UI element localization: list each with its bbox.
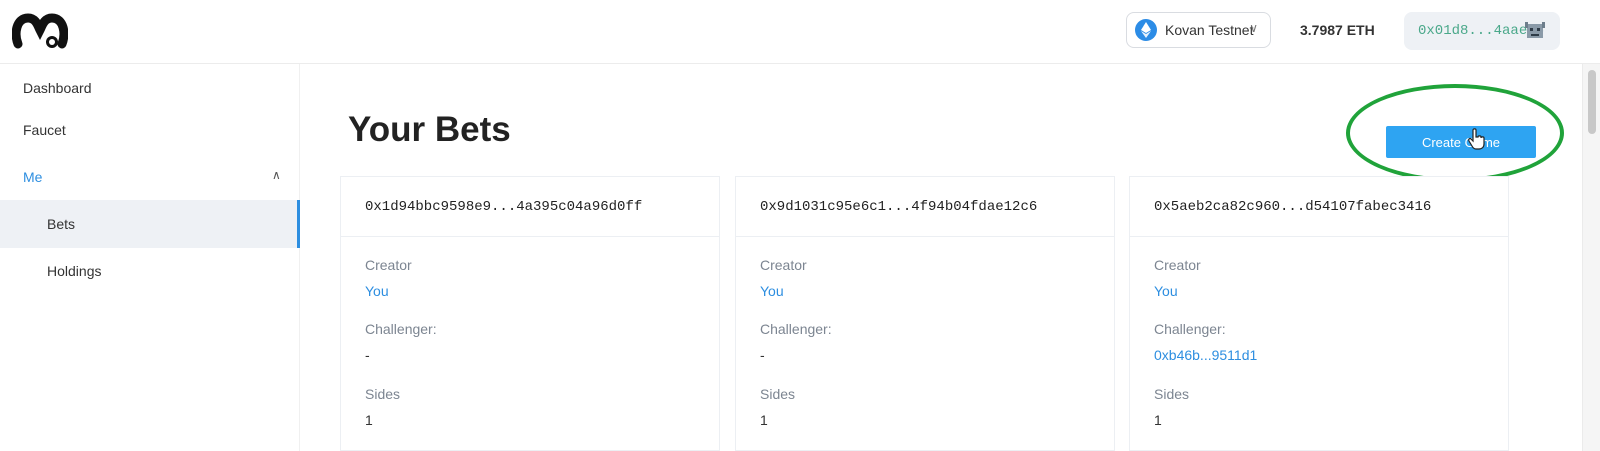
sidebar-item-label: Holdings <box>47 263 102 279</box>
sidebar-item-label: Me <box>23 169 43 185</box>
sides-field: Sides 1 <box>365 386 400 428</box>
eth-balance: 3.7987 ETH <box>1300 22 1375 38</box>
challenger-label: Challenger: <box>760 321 832 337</box>
sidebar-item-label: Dashboard <box>23 80 92 96</box>
creator-field: Creator You <box>365 257 412 299</box>
sidebar-item-label: Bets <box>47 216 76 232</box>
bet-id: 0x5aeb2ca82c960...d54107fabec3416 <box>1130 177 1508 237</box>
avatar-icon <box>1525 22 1545 38</box>
vertical-scrollbar[interactable] <box>1582 64 1600 451</box>
creator-value[interactable]: You <box>1154 283 1201 299</box>
sides-label: Sides <box>760 386 796 402</box>
sidebar-item-faucet[interactable]: Faucet <box>0 106 300 154</box>
challenger-address-link[interactable]: 0xb46b...9511d1 <box>1154 347 1257 363</box>
sides-label: Sides <box>1154 386 1190 402</box>
creator-label: Creator <box>1154 257 1201 273</box>
sidebar-item-me[interactable]: Me ∧ <box>0 153 300 201</box>
bet-id: 0x9d1031c95e6c1...4f94b04fdae12c6 <box>736 177 1114 237</box>
sidebar-item-holdings[interactable]: Holdings <box>0 247 300 295</box>
creator-value[interactable]: You <box>760 283 807 299</box>
sides-value: 1 <box>760 412 768 428</box>
bet-card[interactable]: 0x1d94bbc9598e9...4a395c04a96d0ff Creato… <box>340 176 720 451</box>
sides-value: 1 <box>1154 412 1162 428</box>
sides-label: Sides <box>365 386 401 402</box>
account-button[interactable]: 0x01d8...4aae86 <box>1404 12 1560 50</box>
sidebar-item-bets[interactable]: Bets <box>0 200 300 248</box>
network-name: Kovan Testnet <box>1165 22 1254 38</box>
scrollbar-thumb[interactable] <box>1588 70 1596 134</box>
creator-field: Creator You <box>1154 257 1201 299</box>
hand-cursor-icon <box>1468 128 1485 150</box>
creator-field: Creator You <box>760 257 807 299</box>
brand-logo[interactable] <box>12 12 68 52</box>
sidebar: Dashboard Faucet Me ∧ Bets Holdings <box>0 64 300 451</box>
challenger-field: Challenger: - <box>760 321 832 363</box>
sides-field: Sides 1 <box>1154 386 1189 428</box>
chevron-up-icon: ∧ <box>272 168 281 182</box>
challenger-field: Challenger: - <box>365 321 437 363</box>
bet-card[interactable]: 0x9d1031c95e6c1...4f94b04fdae12c6 Creato… <box>735 176 1115 451</box>
challenger-value: - <box>760 347 765 363</box>
top-header: Kovan Testnet ∨ 3.7987 ETH 0x01d8...4aae… <box>0 0 1600 64</box>
sides-field: Sides 1 <box>760 386 795 428</box>
creator-label: Creator <box>365 257 412 273</box>
sidebar-item-label: Faucet <box>23 122 66 138</box>
sidebar-item-dashboard[interactable]: Dashboard <box>0 64 300 112</box>
sides-value: 1 <box>365 412 373 428</box>
challenger-value: - <box>365 347 370 363</box>
creator-value[interactable]: You <box>365 283 412 299</box>
challenger-label: Challenger: <box>365 321 437 337</box>
chevron-down-icon: ∨ <box>1249 21 1258 35</box>
network-selector[interactable]: Kovan Testnet ∨ <box>1126 12 1271 48</box>
ethereum-icon <box>1135 19 1157 41</box>
creator-label: Creator <box>760 257 807 273</box>
highlight-annotation <box>1346 84 1564 182</box>
bet-id: 0x1d94bbc9598e9...4a395c04a96d0ff <box>341 177 719 237</box>
challenger-label: Challenger: <box>1154 321 1226 337</box>
bet-card[interactable]: 0x5aeb2ca82c960...d54107fabec3416 Creato… <box>1129 176 1509 451</box>
page-title: Your Bets <box>348 110 511 149</box>
challenger-field: Challenger: 0xb46b...9511d1 <box>1154 321 1257 363</box>
